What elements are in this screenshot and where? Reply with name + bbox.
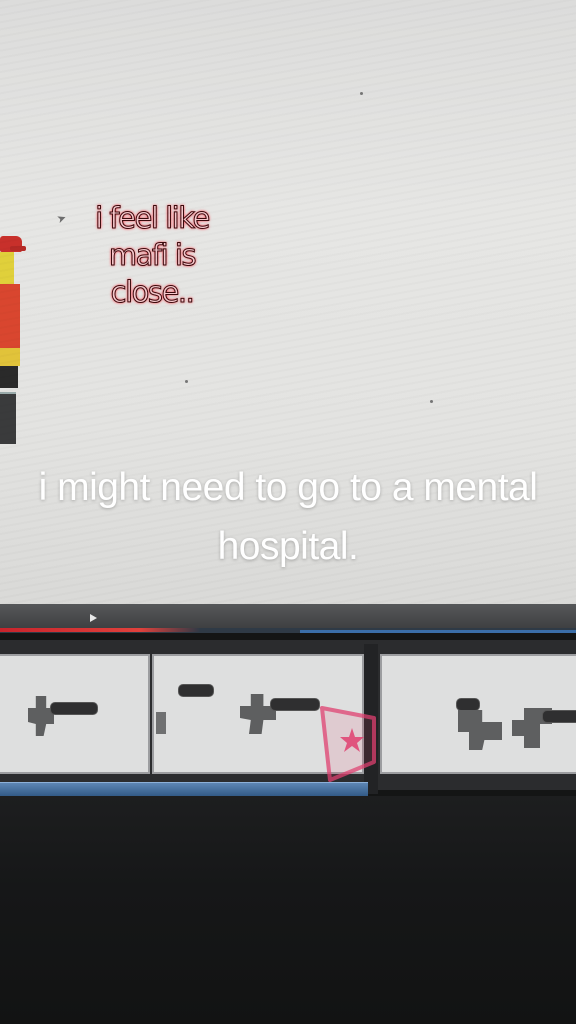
item-thumbnail	[458, 710, 502, 750]
progress-fill	[0, 628, 200, 632]
screen-speck	[430, 400, 433, 403]
item-name-tag	[456, 698, 480, 711]
item-name-tag	[178, 684, 214, 697]
item-name-tag	[270, 698, 320, 711]
item-card[interactable]	[0, 654, 150, 774]
roblox-avatar	[0, 232, 26, 444]
avatar-hat-brim	[10, 246, 26, 251]
favorite-star-button[interactable]	[318, 700, 378, 784]
avatar-lower-legs	[0, 392, 16, 444]
video-frame: ➤ i feel like mafi is close.. i might ne…	[0, 0, 576, 1024]
progress-buffer	[300, 630, 576, 633]
star-icon	[320, 706, 376, 782]
video-caption: i might need to go to a mental hospital.	[38, 466, 538, 568]
screen-speck	[185, 380, 188, 383]
chat-bubble-text: i feel like mafi is close..	[95, 201, 211, 310]
item-name-tag	[50, 702, 98, 715]
item-card[interactable]	[380, 654, 576, 774]
avatar-belt	[0, 348, 20, 366]
play-icon[interactable]	[90, 614, 97, 622]
item-thumbnail-edge	[156, 712, 166, 734]
item-thumbnail	[28, 696, 54, 736]
avatar-torso	[0, 284, 20, 348]
item-name-tag	[542, 710, 576, 723]
monitor-bezel	[0, 796, 576, 1024]
avatar-head	[0, 252, 14, 284]
avatar-legs	[0, 366, 18, 388]
screen-speck	[360, 92, 363, 95]
window-taskbar-strip	[0, 782, 368, 797]
